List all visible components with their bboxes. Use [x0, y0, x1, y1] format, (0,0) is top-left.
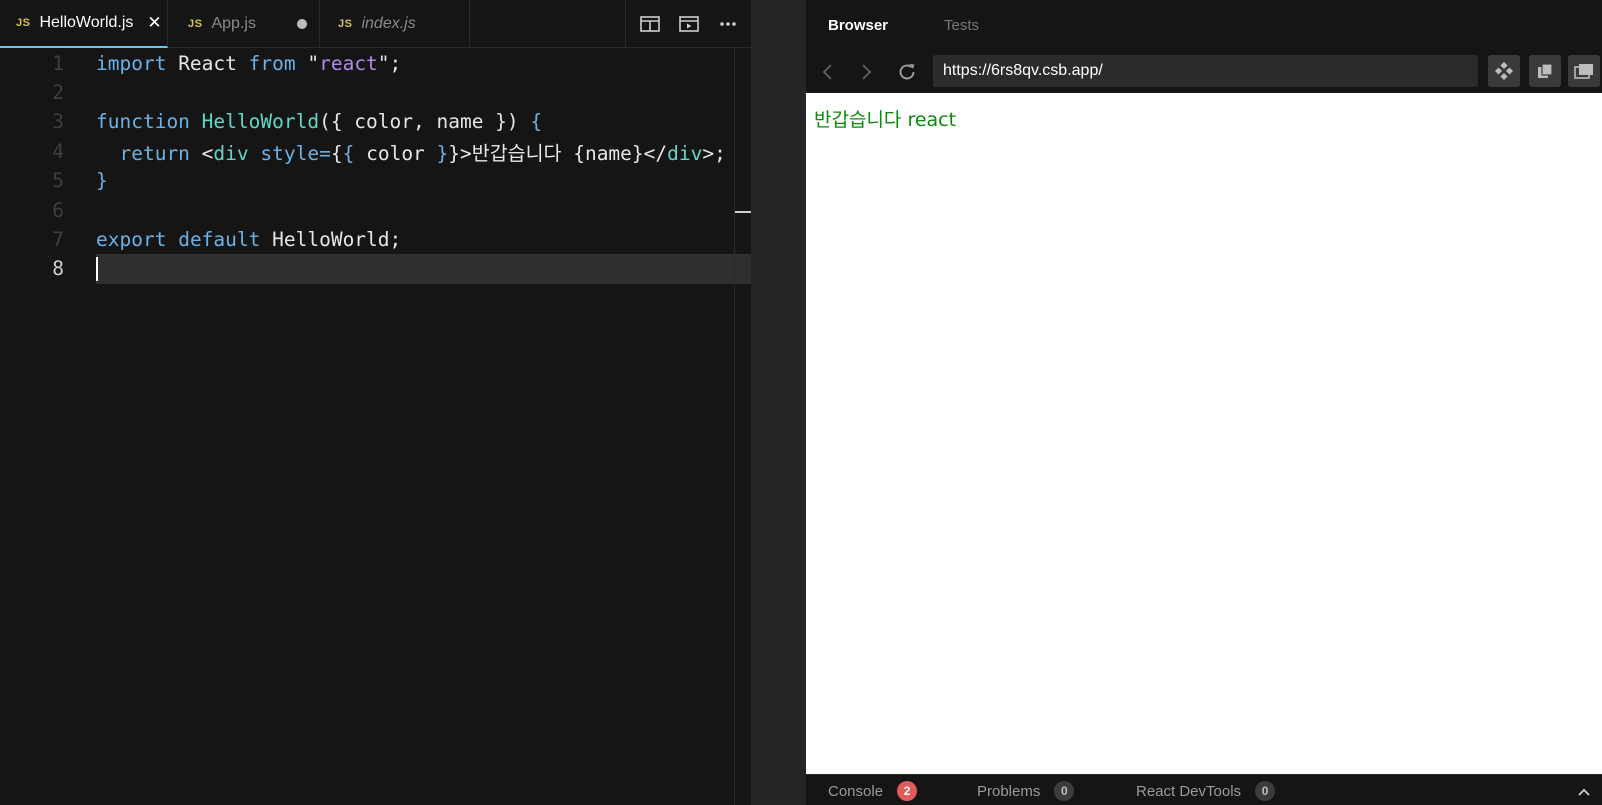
code-line[interactable]: 8 — [0, 253, 751, 284]
code-token: function — [96, 110, 190, 134]
code-token: color — [354, 141, 437, 165]
code-token: { — [330, 141, 343, 165]
tab-label: HelloWorld.js — [39, 14, 134, 31]
code-line[interactable]: 1 import React from "react"; — [0, 48, 751, 78]
code-token: } — [96, 169, 108, 193]
rendered-greeting: 반갑습니다 react — [814, 109, 957, 131]
line-number: 1 — [52, 51, 64, 75]
pane-splitter[interactable] — [751, 0, 806, 805]
close-icon[interactable]: ✕ — [147, 13, 161, 33]
code-text: function HelloWorld({ color, name }) { — [96, 110, 542, 133]
code-line[interactable]: 6 — [0, 195, 751, 225]
problems-count-badge: 0 — [1054, 781, 1075, 801]
copy-icon[interactable] — [1529, 55, 1561, 87]
code-token: } — [436, 141, 449, 165]
tab-label: index.js — [361, 15, 416, 32]
code-token: { — [530, 110, 543, 134]
refresh-icon[interactable] — [891, 56, 923, 88]
code-token: { — [342, 141, 355, 165]
code-line[interactable]: 3 function HelloWorld({ color, name }) { — [0, 107, 751, 137]
code-area[interactable]: 1 import React from "react"; 2 3 function He… — [0, 48, 751, 805]
code-token: export — [96, 227, 167, 251]
preview-pane: Browser Tests 반갑습니다 r — [806, 0, 1602, 805]
open-preview-icon[interactable] — [675, 10, 703, 38]
minimap-viewport-marker[interactable] — [735, 211, 751, 213]
code-token: >; — [702, 141, 726, 165]
devtab-problems[interactable]: Problems 0 — [977, 781, 1075, 801]
line-number: 7 — [52, 227, 64, 251]
editor-toolbar — [625, 0, 751, 48]
preview-frame[interactable]: 반갑습니다 react — [806, 93, 1602, 774]
js-file-icon: JS — [188, 18, 203, 30]
browser-nav-bar — [806, 52, 1602, 92]
code-token: < — [189, 141, 214, 165]
code-line[interactable]: 2 — [0, 77, 751, 107]
devtab-label: Console — [828, 782, 884, 800]
code-token: " — [295, 51, 320, 75]
tab-browser[interactable]: Browser — [828, 17, 888, 34]
devtab-react-devtools[interactable]: React DevTools 0 — [1136, 781, 1276, 801]
devtab-console[interactable]: Console 2 — [828, 781, 918, 801]
react-devtools-count-badge: 0 — [1255, 781, 1276, 801]
chevron-up-icon[interactable] — [1578, 783, 1590, 801]
tab-index-js[interactable]: JS index.js — [320, 0, 470, 48]
open-new-window-icon[interactable] — [1568, 55, 1600, 87]
code-token: HelloWorld — [201, 110, 320, 134]
editor-tab-bar: JS HelloWorld.js ✕ JS App.js JS index.js — [0, 0, 751, 48]
code-token: "; — [377, 51, 402, 75]
code-line[interactable]: 7 export default HelloWorld; — [0, 224, 751, 254]
line-number: 8 — [0, 253, 64, 284]
code-token: style — [260, 141, 320, 165]
code-token: from — [248, 51, 296, 75]
line-number: 3 — [52, 110, 64, 134]
code-token: import — [96, 51, 167, 75]
code-token: HelloWorld; — [260, 227, 402, 251]
code-token: }>반갑습니다 {name}</ — [448, 141, 668, 165]
devtab-label: Problems — [977, 782, 1041, 800]
code-token: React — [166, 51, 249, 75]
console-count-badge: 2 — [897, 781, 918, 801]
code-token: div — [667, 141, 703, 165]
code-text: import React from "react"; — [96, 52, 401, 75]
url-input[interactable] — [933, 55, 1478, 87]
text-caret — [96, 256, 98, 281]
line-number: 2 — [52, 80, 64, 104]
code-token: = — [319, 141, 331, 165]
split-editor-icon[interactable] — [636, 10, 664, 38]
code-line[interactable]: 4 return <div style={{ color }}>반갑습니다 {n… — [0, 136, 751, 166]
code-text: export default HelloWorld; — [96, 228, 401, 251]
tab-tests[interactable]: Tests — [944, 17, 979, 34]
line-number: 4 — [52, 139, 64, 163]
code-text: } — [96, 169, 108, 192]
back-icon[interactable] — [811, 56, 843, 88]
code-token: return — [119, 141, 190, 165]
codesandbox-window: JS HelloWorld.js ✕ JS App.js JS index.js — [0, 0, 1602, 805]
devtab-label: React DevTools — [1136, 782, 1242, 800]
line-number: 6 — [52, 198, 64, 222]
code-token: react — [319, 51, 378, 75]
forward-icon[interactable] — [851, 56, 883, 88]
js-file-icon: JS — [338, 18, 353, 30]
tab-label: App.js — [211, 15, 256, 32]
line-number: 5 — [52, 169, 64, 193]
unsaved-dot-icon[interactable] — [297, 19, 307, 29]
code-line[interactable]: 5} — [0, 166, 751, 196]
tab-app-js[interactable]: JS App.js — [168, 0, 320, 48]
minimap-divider — [734, 48, 735, 805]
code-editor: JS HelloWorld.js ✕ JS App.js JS index.js — [0, 0, 751, 805]
preview-tab-bar: Browser Tests — [806, 0, 1602, 52]
codesandbox-icon[interactable] — [1488, 55, 1520, 87]
tab-helloworld-js[interactable]: JS HelloWorld.js ✕ — [0, 0, 168, 48]
js-file-icon: JS — [16, 17, 31, 29]
devtools-bar: Console 2 Problems 0 React DevTools 0 — [806, 774, 1602, 805]
code-token: div — [213, 141, 249, 165]
more-icon[interactable] — [714, 10, 742, 38]
code-token: ({ color, name }) — [319, 110, 531, 134]
code-text: return <div style={{ color }}>반갑습니다 {nam… — [96, 137, 726, 166]
code-token: default — [178, 227, 261, 251]
